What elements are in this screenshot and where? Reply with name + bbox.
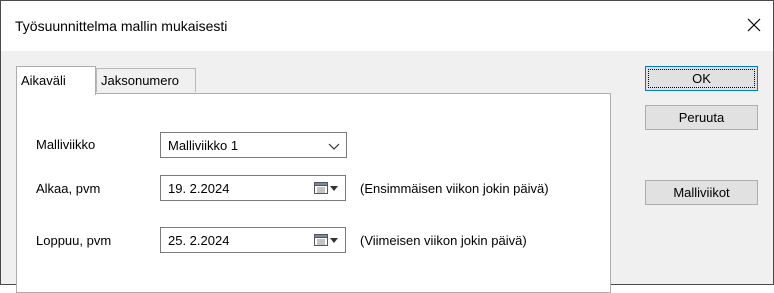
tab-label: Jaksonumero — [101, 73, 180, 88]
chevron-down-icon — [328, 143, 340, 150]
end-date-value: 25. 2.2024 — [168, 233, 230, 248]
start-date-value: 19. 2.2024 — [168, 181, 230, 196]
dialog-window: Työsuunnittelma mallin mukaisesti Aikavä… — [0, 0, 774, 293]
cancel-button-label: Peruuta — [678, 110, 725, 125]
start-date-field[interactable]: 19. 2.2024 — [160, 175, 346, 201]
cancel-button[interactable]: Peruuta — [645, 105, 758, 130]
calendar-icon — [314, 234, 338, 246]
ok-button[interactable]: OK — [645, 66, 758, 91]
end-date-field[interactable]: 25. 2.2024 — [160, 227, 346, 253]
tab-panel-aikavali: Malliviikko Malliviikko 1 Alkaa, pvm 19.… — [16, 93, 611, 293]
template-week-label: Malliviikko — [36, 137, 96, 152]
template-weeks-button[interactable]: Malliviikot — [645, 180, 758, 205]
tab-aikavali[interactable]: Aikaväli — [16, 66, 96, 95]
calendar-dropdown-button[interactable] — [314, 181, 340, 198]
window-title: Työsuunnittelma mallin mukaisesti — [15, 18, 228, 34]
title-bar: Työsuunnittelma mallin mukaisesti — [1, 1, 773, 51]
tab-label: Aikaväli — [21, 73, 66, 88]
focus-rectangle — [648, 69, 755, 88]
close-button[interactable] — [737, 9, 771, 41]
start-date-hint: (Ensimmäisen viikon jokin päivä) — [360, 181, 549, 196]
tab-jaksonumero[interactable]: Jaksonumero — [96, 68, 196, 92]
template-week-value: Malliviikko 1 — [168, 138, 239, 153]
end-date-hint: (Viimeisen viikon jokin päivä) — [360, 233, 527, 248]
close-icon — [747, 18, 761, 32]
template-weeks-button-label: Malliviikot — [673, 185, 730, 200]
calendar-dropdown-button[interactable] — [314, 233, 340, 250]
end-date-label: Loppuu, pvm — [36, 233, 112, 248]
calendar-icon — [314, 182, 338, 194]
template-week-select[interactable]: Malliviikko 1 — [160, 132, 347, 158]
start-date-label: Alkaa, pvm — [36, 181, 101, 196]
